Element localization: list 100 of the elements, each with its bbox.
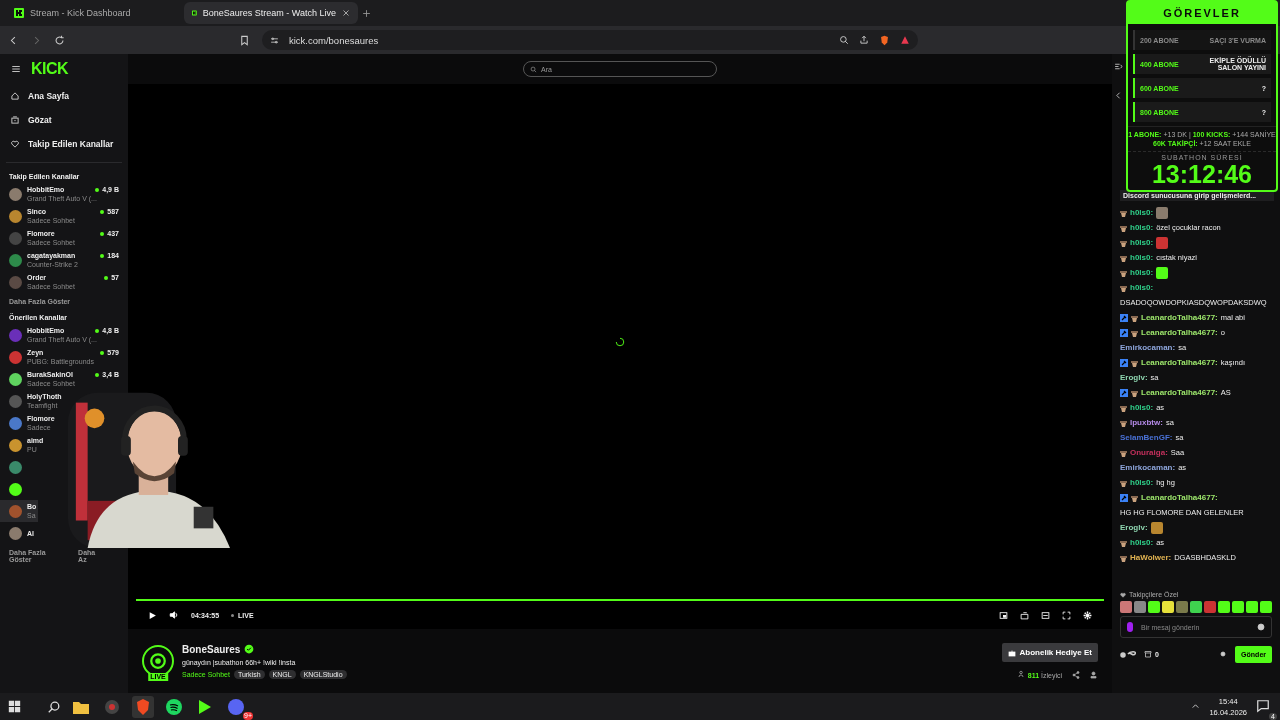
goals-title: GÖREVLER [1128, 2, 1276, 24]
settings-icon[interactable] [1219, 650, 1228, 658]
avatar [9, 438, 22, 452]
kick-icon [14, 8, 24, 18]
emote-icon[interactable] [1176, 601, 1188, 613]
settings-icon[interactable] [1083, 610, 1092, 620]
search-icon [530, 65, 537, 73]
fullscreen-icon[interactable] [1062, 610, 1071, 620]
theater-icon[interactable] [1041, 610, 1050, 620]
play-icon[interactable] [148, 610, 157, 620]
avatar [9, 253, 22, 267]
windows-icon[interactable] [8, 700, 21, 713]
emote-icon[interactable] [1162, 601, 1174, 613]
heart-icon [10, 139, 20, 149]
notification-icon[interactable] [1256, 698, 1270, 713]
shield-icon[interactable] [132, 695, 154, 718]
avatar [9, 209, 22, 223]
loading-spinner-icon [615, 336, 625, 347]
avatar [9, 275, 22, 289]
nav-item[interactable]: Ana Sayfa [0, 84, 128, 108]
username[interactable]: Ipuxbtw: [1130, 415, 1163, 430]
collapse-icon[interactable] [1114, 62, 1123, 71]
store-icon [1144, 650, 1152, 658]
username[interactable]: Onuraiga: [1130, 445, 1168, 460]
volume-icon[interactable] [169, 610, 179, 620]
avatar [9, 394, 22, 408]
kick-icon [192, 8, 197, 18]
mini-player-icon[interactable] [999, 610, 1008, 620]
username[interactable]: LeanardoTalha4677: [1141, 490, 1218, 505]
username[interactable]: h0ls0: [1130, 280, 1154, 295]
username[interactable]: LeanardoTalha4677: [1141, 310, 1218, 325]
avatar [9, 526, 22, 540]
nav-item[interactable]: Gözat [0, 108, 128, 132]
countdown-timer: 13:12:46 [1150, 161, 1254, 190]
chevron-up-icon[interactable] [1191, 702, 1201, 711]
username[interactable]: Eroglv: [1120, 370, 1148, 385]
username[interactable]: h0ls0: [1130, 400, 1154, 415]
username[interactable]: LeanardoTalha4677: [1141, 355, 1218, 370]
username[interactable]: h0ls0: [1130, 205, 1154, 220]
username[interactable]: h0ls0: [1130, 220, 1154, 235]
nav-item[interactable]: Takip Edilen Kanallar [0, 132, 128, 156]
shield-icon[interactable] [879, 34, 890, 46]
gift-icon [1007, 648, 1016, 657]
browser-tab[interactable]: BoneSaures Stream - Watch Live [184, 2, 358, 24]
emote-icon [1156, 206, 1169, 219]
microphone-icon[interactable] [1127, 622, 1133, 632]
address-bar[interactable]: kick.com/bonesaures [262, 30, 918, 50]
channel-logo-icon [149, 652, 167, 670]
emote-icon[interactable] [1232, 601, 1244, 613]
kick-logo[interactable]: KICK [31, 60, 69, 78]
username[interactable]: h0ls0: [1130, 535, 1154, 550]
avatar [9, 231, 22, 245]
share-icon[interactable] [1072, 670, 1080, 679]
avatar [9, 504, 22, 518]
menu-icon[interactable] [11, 64, 21, 74]
emote-icon[interactable] [1120, 601, 1132, 613]
search-icon[interactable] [47, 699, 61, 714]
avatar [9, 482, 22, 496]
triangle-icon[interactable] [900, 35, 910, 45]
username[interactable]: LeanardoTalha4677: [1141, 385, 1218, 400]
username[interactable]: HaWolwer: [1130, 550, 1172, 565]
gift-subscription-button[interactable]: Abonelik Hediye Et [1001, 643, 1098, 662]
avatar [9, 460, 22, 474]
close-icon[interactable] [342, 9, 350, 17]
avatar [9, 350, 22, 364]
emote-icon[interactable] [1204, 601, 1216, 613]
browse-icon [10, 115, 20, 125]
channel-name[interactable]: BoneSaures [182, 643, 241, 655]
heart-icon [1120, 591, 1126, 598]
username[interactable]: h0ls0: [1130, 475, 1154, 490]
emote-icon [1156, 266, 1169, 279]
emote-icon[interactable] [1218, 601, 1230, 613]
username[interactable]: Eroglv: [1120, 520, 1148, 535]
emote-icon[interactable] [1190, 601, 1202, 613]
emoji-icon[interactable] [1257, 623, 1265, 631]
zoom-icon [839, 35, 849, 45]
username[interactable]: Emirkocaman: [1120, 340, 1176, 355]
browser-tab[interactable]: Stream - Kick Dashboard [6, 2, 180, 24]
emote-icon[interactable] [1134, 601, 1146, 613]
emote-icon[interactable] [1260, 601, 1272, 613]
username[interactable]: h0ls0: [1130, 250, 1154, 265]
username[interactable]: Emirkocaman: [1120, 460, 1176, 475]
username[interactable]: SelamBenGF: [1120, 430, 1173, 445]
reload-icon[interactable] [54, 34, 65, 46]
avatar [9, 416, 22, 430]
avatar [9, 187, 22, 201]
people-icon [1017, 670, 1026, 678]
chat-app-icon[interactable] [228, 698, 244, 715]
username[interactable]: LeanardoTalha4677: [1141, 325, 1218, 340]
home-icon [10, 91, 20, 101]
cast-icon[interactable] [1020, 610, 1029, 620]
username[interactable]: h0ls0: [1130, 265, 1154, 280]
chevron-left-icon[interactable] [1114, 91, 1123, 100]
emote-icon [1150, 521, 1163, 534]
emote-icon[interactable] [1148, 601, 1160, 613]
new-tab-icon[interactable] [362, 8, 371, 18]
bookmark-icon[interactable] [239, 34, 250, 46]
username[interactable]: h0ls0: [1130, 235, 1154, 250]
follow-icon[interactable] [1090, 670, 1098, 679]
emote-icon[interactable] [1246, 601, 1258, 613]
